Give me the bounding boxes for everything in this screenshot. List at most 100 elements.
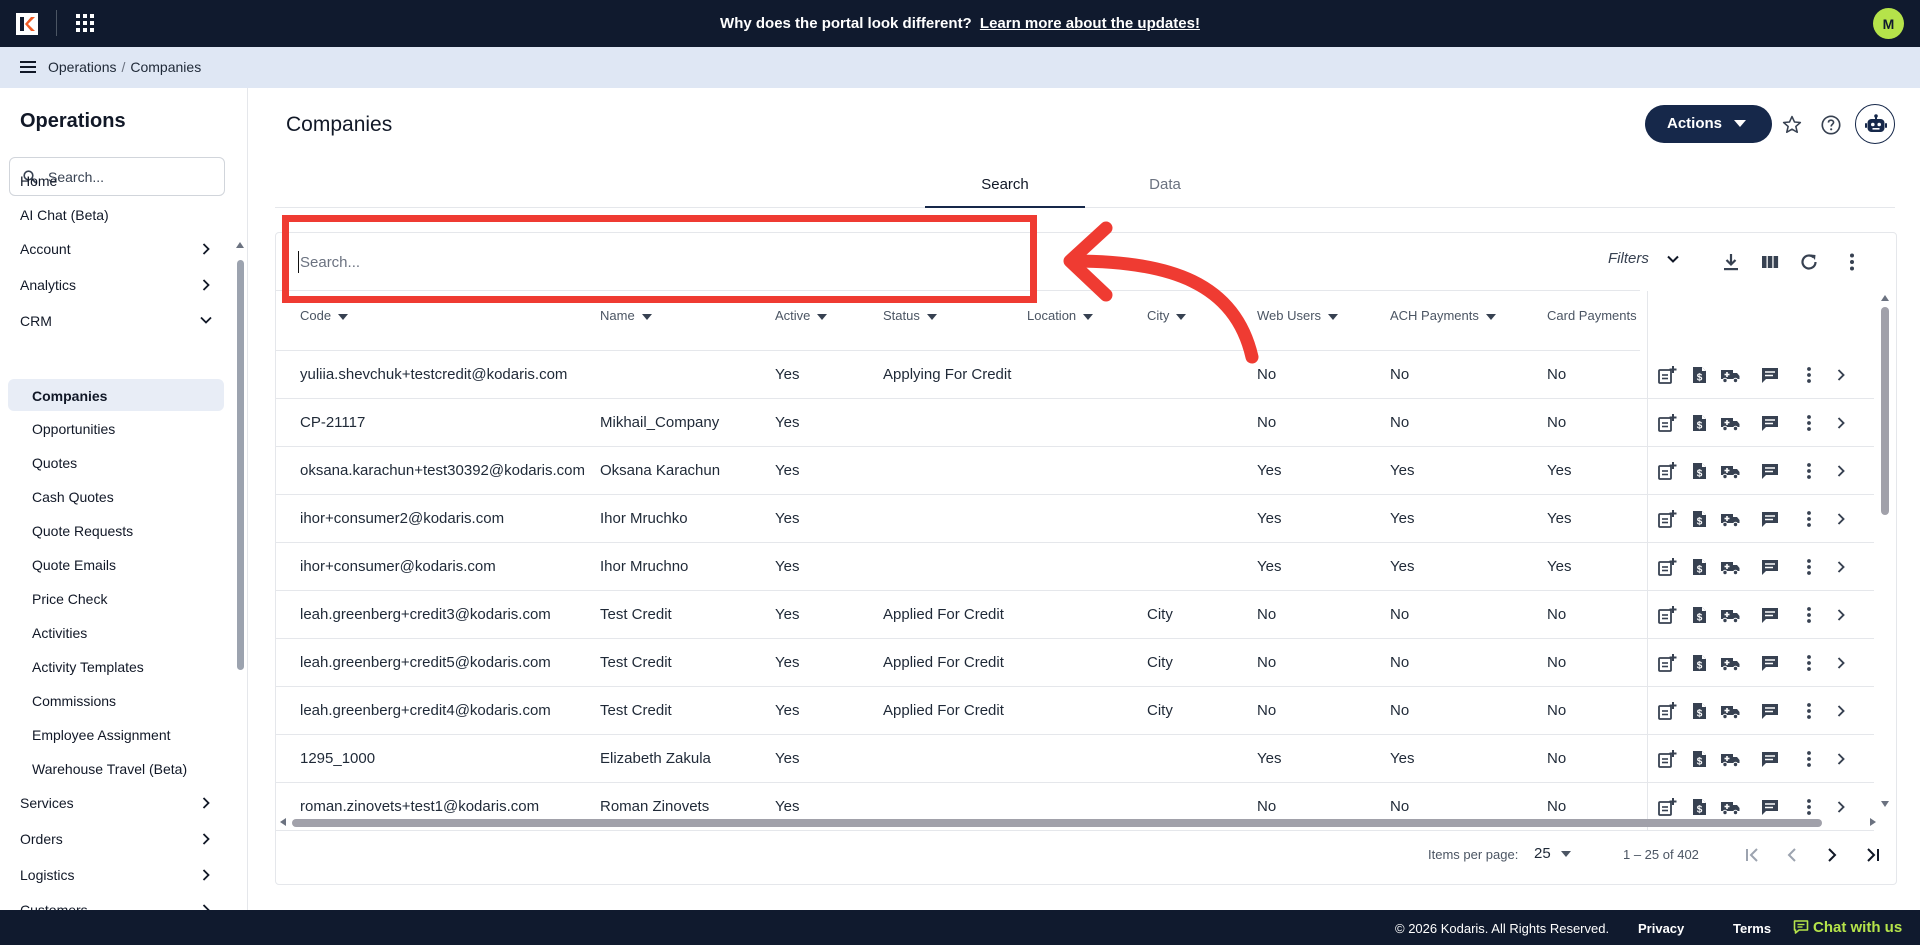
invoice-dollar-icon[interactable]: $ xyxy=(1689,701,1709,721)
column-header-8[interactable]: Card Payments xyxy=(1547,308,1637,323)
sidebar-item-services[interactable]: Services xyxy=(8,787,224,819)
comment-icon[interactable] xyxy=(1760,701,1780,721)
delivery-truck-icon[interactable] xyxy=(1720,605,1740,625)
delivery-truck-icon[interactable] xyxy=(1720,749,1740,769)
sidebar-item-quote-emails[interactable]: Quote Emails xyxy=(8,549,224,581)
chevron-right-icon[interactable] xyxy=(1831,365,1851,385)
sidebar-item-crm[interactable]: CRM xyxy=(8,305,224,337)
column-header-7[interactable]: ACH Payments xyxy=(1390,308,1496,323)
favorite-star-icon[interactable] xyxy=(1781,114,1803,136)
menu-icon[interactable] xyxy=(20,61,36,73)
chevron-right-icon[interactable] xyxy=(1831,653,1851,673)
sidebar-item-cash-quotes[interactable]: Cash Quotes xyxy=(8,481,224,513)
sidebar-item-commissions[interactable]: Commissions xyxy=(8,685,224,717)
add-note-icon[interactable] xyxy=(1657,365,1677,385)
add-note-icon[interactable] xyxy=(1657,461,1677,481)
sidebar-scrollbar[interactable] xyxy=(236,242,244,910)
terms-link[interactable]: Terms xyxy=(1733,921,1771,936)
banner-link[interactable]: Learn more about the updates! xyxy=(980,15,1200,32)
previous-page-icon[interactable] xyxy=(1780,843,1804,867)
chevron-right-icon[interactable] xyxy=(1831,509,1851,529)
delivery-truck-icon[interactable] xyxy=(1720,509,1740,529)
last-page-icon[interactable] xyxy=(1861,843,1885,867)
add-note-icon[interactable] xyxy=(1657,413,1677,433)
invoice-dollar-icon[interactable]: $ xyxy=(1689,557,1709,577)
sidebar-item-logistics[interactable]: Logistics xyxy=(8,859,224,891)
add-note-icon[interactable] xyxy=(1657,749,1677,769)
column-header-2[interactable]: Active xyxy=(775,308,828,323)
chat-with-us-button[interactable]: Chat with us xyxy=(1793,919,1902,936)
sidebar-item-home[interactable]: Home xyxy=(8,165,224,197)
sidebar-item-price-check[interactable]: Price Check xyxy=(8,583,224,615)
add-note-icon[interactable] xyxy=(1657,557,1677,577)
add-note-icon[interactable] xyxy=(1657,509,1677,529)
comment-icon[interactable] xyxy=(1760,797,1780,817)
add-note-icon[interactable] xyxy=(1657,653,1677,673)
invoice-dollar-icon[interactable]: $ xyxy=(1689,365,1709,385)
comment-icon[interactable] xyxy=(1760,605,1780,625)
sidebar-item-quote-requests[interactable]: Quote Requests xyxy=(8,515,224,547)
chevron-right-icon[interactable] xyxy=(1831,749,1851,769)
refresh-icon[interactable] xyxy=(1798,251,1820,273)
tab-data[interactable]: Data xyxy=(1085,176,1245,208)
column-header-3[interactable]: Status xyxy=(883,308,937,323)
delivery-truck-icon[interactable] xyxy=(1720,461,1740,481)
delivery-truck-icon[interactable] xyxy=(1720,653,1740,673)
table-row[interactable]: leah.greenberg+credit4@kodaris.com Test C… xyxy=(276,687,1874,735)
invoice-dollar-icon[interactable]: $ xyxy=(1689,509,1709,529)
table-row[interactable]: 1295_1000 Elizabeth Zakula Yes Yes Yes No $ xyxy=(276,735,1874,783)
add-note-icon[interactable] xyxy=(1657,701,1677,721)
more-vertical-icon[interactable] xyxy=(1799,365,1819,385)
chevron-right-icon[interactable] xyxy=(1831,605,1851,625)
comment-icon[interactable] xyxy=(1760,653,1780,673)
first-page-icon[interactable] xyxy=(1740,843,1764,867)
comment-icon[interactable] xyxy=(1760,461,1780,481)
delivery-truck-icon[interactable] xyxy=(1720,701,1740,721)
sidebar-item-activities[interactable]: Activities xyxy=(8,617,224,649)
columns-icon[interactable] xyxy=(1759,251,1781,273)
next-page-icon[interactable] xyxy=(1820,843,1844,867)
table-row[interactable]: ihor+consumer@kodaris.com Ihor Mruchno Yes… xyxy=(276,543,1874,591)
comment-icon[interactable] xyxy=(1760,413,1780,433)
more-vertical-icon[interactable] xyxy=(1799,749,1819,769)
more-vertical-icon[interactable] xyxy=(1799,653,1819,673)
more-vertical-icon[interactable] xyxy=(1799,413,1819,433)
more-vertical-icon[interactable] xyxy=(1799,461,1819,481)
sidebar-item-warehouse-travel[interactable]: Warehouse Travel (Beta) xyxy=(8,753,224,785)
sidebar-item-employee-assignment[interactable]: Employee Assignment xyxy=(8,719,224,751)
chevron-right-icon[interactable] xyxy=(1831,461,1851,481)
add-note-icon[interactable] xyxy=(1657,797,1677,817)
column-header-1[interactable]: Name xyxy=(600,308,652,323)
more-vertical-icon[interactable] xyxy=(1799,509,1819,529)
invoice-dollar-icon[interactable]: $ xyxy=(1689,749,1709,769)
chevron-right-icon[interactable] xyxy=(1831,701,1851,721)
invoice-dollar-icon[interactable]: $ xyxy=(1689,797,1709,817)
delivery-truck-icon[interactable] xyxy=(1720,365,1740,385)
invoice-dollar-icon[interactable]: $ xyxy=(1689,413,1709,433)
column-header-0[interactable]: Code xyxy=(300,308,349,323)
chevron-right-icon[interactable] xyxy=(1831,797,1851,817)
table-row[interactable]: leah.greenberg+credit3@kodaris.com Test C… xyxy=(276,591,1874,639)
delivery-truck-icon[interactable] xyxy=(1720,557,1740,577)
sidebar-item-quotes[interactable]: Quotes xyxy=(8,447,224,479)
actions-button[interactable]: Actions xyxy=(1645,105,1772,143)
breadcrumb-operations[interactable]: Operations xyxy=(48,59,116,75)
invoice-dollar-icon[interactable]: $ xyxy=(1689,605,1709,625)
tab-search[interactable]: Search xyxy=(925,176,1085,208)
avatar[interactable]: M xyxy=(1873,8,1904,39)
chevron-right-icon[interactable] xyxy=(1831,557,1851,577)
table-row[interactable]: oksana.karachun+test30392@kodaris.com Oks… xyxy=(276,447,1874,495)
ai-assistant-button[interactable] xyxy=(1855,104,1895,144)
sidebar-item-account[interactable]: Account xyxy=(8,233,224,265)
filters-dropdown[interactable]: Filters xyxy=(1608,250,1679,267)
add-note-icon[interactable] xyxy=(1657,605,1677,625)
table-row[interactable]: ihor+consumer2@kodaris.com Ihor Mruchko Ye… xyxy=(276,495,1874,543)
privacy-link[interactable]: Privacy xyxy=(1638,921,1684,936)
table-vertical-scrollbar[interactable] xyxy=(1878,293,1892,813)
sidebar-item-opportunities[interactable]: Opportunities xyxy=(8,413,224,445)
delivery-truck-icon[interactable] xyxy=(1720,797,1740,817)
items-per-page-select[interactable]: 25 xyxy=(1534,845,1571,862)
download-icon[interactable] xyxy=(1720,251,1742,273)
sidebar-item-ai-chat[interactable]: AI Chat (Beta) xyxy=(8,199,224,231)
comment-icon[interactable] xyxy=(1760,365,1780,385)
